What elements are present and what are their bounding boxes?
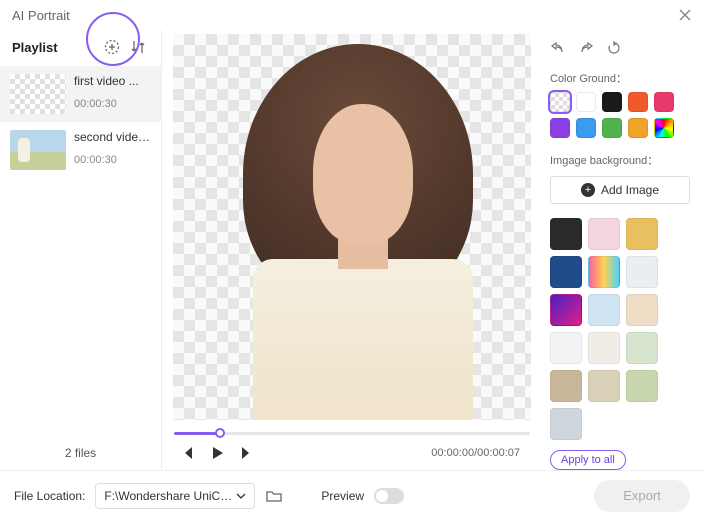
preview-toggle[interactable] bbox=[374, 488, 404, 504]
playlist-item[interactable]: second video... 00:00:30 bbox=[0, 122, 161, 178]
add-media-icon[interactable] bbox=[103, 38, 121, 56]
color-swatch[interactable] bbox=[654, 92, 674, 112]
background-thumb[interactable] bbox=[550, 218, 582, 250]
background-thumb[interactable] bbox=[588, 370, 620, 402]
color-swatch[interactable] bbox=[602, 92, 622, 112]
image-background-label: Imgage background： bbox=[550, 152, 690, 168]
background-thumb[interactable] bbox=[550, 408, 582, 440]
background-thumb[interactable] bbox=[550, 294, 582, 326]
background-thumb[interactable] bbox=[626, 294, 658, 326]
export-button[interactable]: Export bbox=[594, 480, 690, 512]
playlist-item-name: second video... bbox=[74, 130, 154, 144]
file-location-select[interactable]: F:\Wondershare UniConverte... bbox=[95, 483, 255, 509]
chevron-down-icon bbox=[236, 491, 246, 501]
playlist-item-duration: 00:00:30 bbox=[74, 154, 154, 166]
background-thumb[interactable] bbox=[550, 256, 582, 288]
background-thumb[interactable] bbox=[588, 256, 620, 288]
background-thumb[interactable] bbox=[588, 294, 620, 326]
play-icon[interactable] bbox=[208, 444, 226, 462]
prev-frame-icon[interactable] bbox=[178, 444, 196, 462]
add-image-label: Add Image bbox=[601, 183, 659, 197]
playlist-thumb bbox=[10, 74, 66, 114]
background-thumb[interactable] bbox=[626, 256, 658, 288]
color-ground-label: Color Ground： bbox=[550, 70, 690, 86]
background-thumb[interactable] bbox=[588, 218, 620, 250]
background-thumb[interactable] bbox=[550, 332, 582, 364]
background-thumb[interactable] bbox=[626, 218, 658, 250]
color-swatch[interactable] bbox=[602, 118, 622, 138]
color-swatch[interactable] bbox=[654, 118, 674, 138]
file-count: 2 files bbox=[0, 436, 161, 470]
undo-icon[interactable] bbox=[550, 40, 566, 56]
preview-toggle-label: Preview bbox=[321, 489, 364, 503]
sort-icon[interactable] bbox=[129, 38, 147, 56]
background-thumb[interactable] bbox=[626, 370, 658, 402]
sidebar: Playlist first video ... 00:00:30 second… bbox=[0, 30, 162, 470]
playlist-heading: Playlist bbox=[12, 40, 58, 55]
apply-to-all-button[interactable]: Apply to all bbox=[550, 450, 626, 470]
next-frame-icon[interactable] bbox=[238, 444, 256, 462]
close-icon[interactable] bbox=[678, 8, 692, 22]
playlist-thumb bbox=[10, 130, 66, 170]
background-thumb[interactable] bbox=[550, 370, 582, 402]
playlist-item[interactable]: first video ... 00:00:30 bbox=[0, 66, 161, 122]
window-title: AI Portrait bbox=[12, 8, 70, 23]
color-swatch[interactable] bbox=[628, 92, 648, 112]
color-swatch[interactable] bbox=[550, 92, 570, 112]
background-grid bbox=[550, 218, 690, 440]
reset-icon[interactable] bbox=[606, 40, 622, 56]
color-swatches bbox=[550, 92, 690, 138]
color-swatch[interactable] bbox=[550, 118, 570, 138]
color-swatch[interactable] bbox=[576, 118, 596, 138]
background-thumb[interactable] bbox=[588, 332, 620, 364]
plus-icon: + bbox=[581, 183, 595, 197]
add-image-button[interactable]: + Add Image bbox=[550, 176, 690, 204]
file-location-value: F:\Wondershare UniConverte... bbox=[104, 489, 234, 503]
open-folder-icon[interactable] bbox=[265, 487, 283, 505]
background-thumb[interactable] bbox=[626, 332, 658, 364]
redo-icon[interactable] bbox=[578, 40, 594, 56]
color-swatch[interactable] bbox=[576, 92, 596, 112]
playlist-item-duration: 00:00:30 bbox=[74, 98, 154, 110]
timeline-scrubber[interactable] bbox=[174, 428, 530, 438]
timecode: 00:00:00/00:00:07 bbox=[431, 447, 526, 459]
preview-canvas[interactable] bbox=[173, 34, 531, 420]
file-location-label: File Location: bbox=[14, 489, 85, 503]
color-swatch[interactable] bbox=[628, 118, 648, 138]
playlist-item-name: first video ... bbox=[74, 74, 154, 88]
